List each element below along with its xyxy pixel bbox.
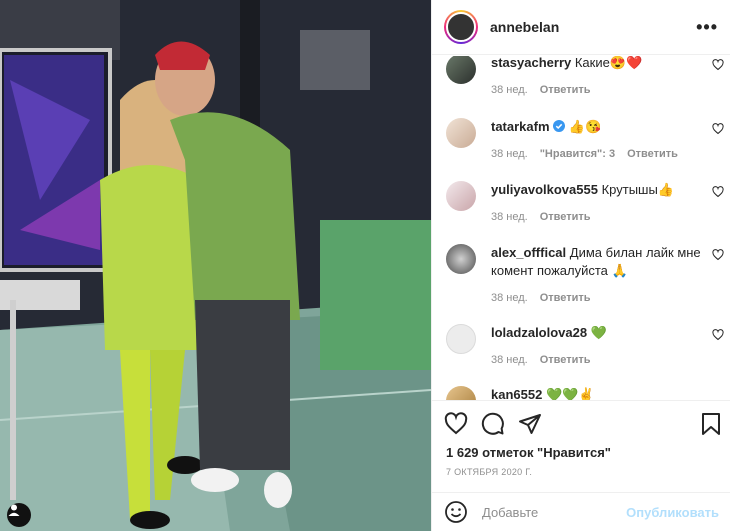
comment-composer: Добавьте Опубликовать: [432, 493, 730, 531]
share-icon[interactable]: [518, 412, 542, 436]
comment-icon[interactable]: [481, 412, 505, 436]
comment-time[interactable]: 38 нед.: [491, 292, 528, 304]
heart-icon[interactable]: [712, 329, 724, 341]
author-avatar[interactable]: [444, 10, 478, 44]
reply-button[interactable]: Ответить: [627, 148, 678, 160]
post-side-panel: annebelan ••• stasyacherry Какие😍❤️ 38 н…: [431, 0, 730, 531]
heart-icon[interactable]: [444, 412, 468, 436]
comment-username[interactable]: alex_offfical: [491, 245, 566, 260]
comment-username[interactable]: loladzalolova28: [491, 325, 587, 340]
more-icon[interactable]: •••: [696, 17, 718, 38]
comment-text: 💚💚✌️: [545, 387, 595, 400]
heart-icon[interactable]: [712, 249, 724, 261]
post-header: annebelan •••: [432, 0, 730, 55]
likes-count[interactable]: 1 629 отметок "Нравится": [446, 445, 611, 460]
post-date[interactable]: 7 ОКТЯБРЯ 2020 Г.: [446, 467, 532, 477]
comment-username[interactable]: stasyacherry: [491, 56, 571, 70]
comment-text: Крутышы👍: [601, 182, 675, 197]
publish-button[interactable]: Опубликовать: [626, 505, 719, 520]
comment-username[interactable]: kan6552: [491, 387, 542, 400]
heart-icon[interactable]: [712, 59, 724, 71]
action-bar: [444, 412, 722, 438]
comment-avatar[interactable]: [446, 244, 476, 274]
comment-likes[interactable]: "Нравится": 3: [540, 148, 615, 160]
comment-username[interactable]: tatarkafm: [491, 119, 550, 134]
reply-button[interactable]: Ответить: [540, 211, 591, 223]
comment-time[interactable]: 38 нед.: [491, 148, 528, 160]
comment-avatar[interactable]: [446, 386, 476, 400]
smile-icon[interactable]: [444, 500, 468, 524]
comment-input[interactable]: Добавьте: [482, 505, 626, 520]
comment-username[interactable]: yuliyavolkova555: [491, 182, 598, 197]
comment-text: Какие😍❤️: [574, 56, 643, 70]
reply-button[interactable]: Ответить: [540, 354, 591, 366]
divider: [432, 400, 730, 401]
comment-avatar[interactable]: [446, 118, 476, 148]
photo-illustration: [0, 0, 431, 531]
comment-time[interactable]: 38 нед.: [491, 354, 528, 366]
reply-button[interactable]: Ответить: [540, 84, 591, 96]
user-tag-icon[interactable]: [7, 503, 31, 527]
comment-list[interactable]: stasyacherry Какие😍❤️ 38 нед. Ответить ta…: [432, 56, 730, 400]
comment-text: 💚: [590, 325, 607, 340]
comment-avatar[interactable]: [446, 56, 476, 84]
heart-icon[interactable]: [712, 123, 724, 135]
heart-icon[interactable]: [712, 186, 724, 198]
bookmark-icon[interactable]: [699, 412, 723, 436]
comment-text: 👍😘: [568, 119, 602, 134]
post-photo[interactable]: [0, 0, 431, 531]
comment-avatar[interactable]: [446, 324, 476, 354]
author-username[interactable]: annebelan: [490, 19, 696, 35]
verified-icon: [553, 120, 566, 132]
comment-time[interactable]: 38 нед.: [491, 84, 528, 96]
comment-avatar[interactable]: [446, 181, 476, 211]
comment-time[interactable]: 38 нед.: [491, 211, 528, 223]
reply-button[interactable]: Ответить: [540, 292, 591, 304]
